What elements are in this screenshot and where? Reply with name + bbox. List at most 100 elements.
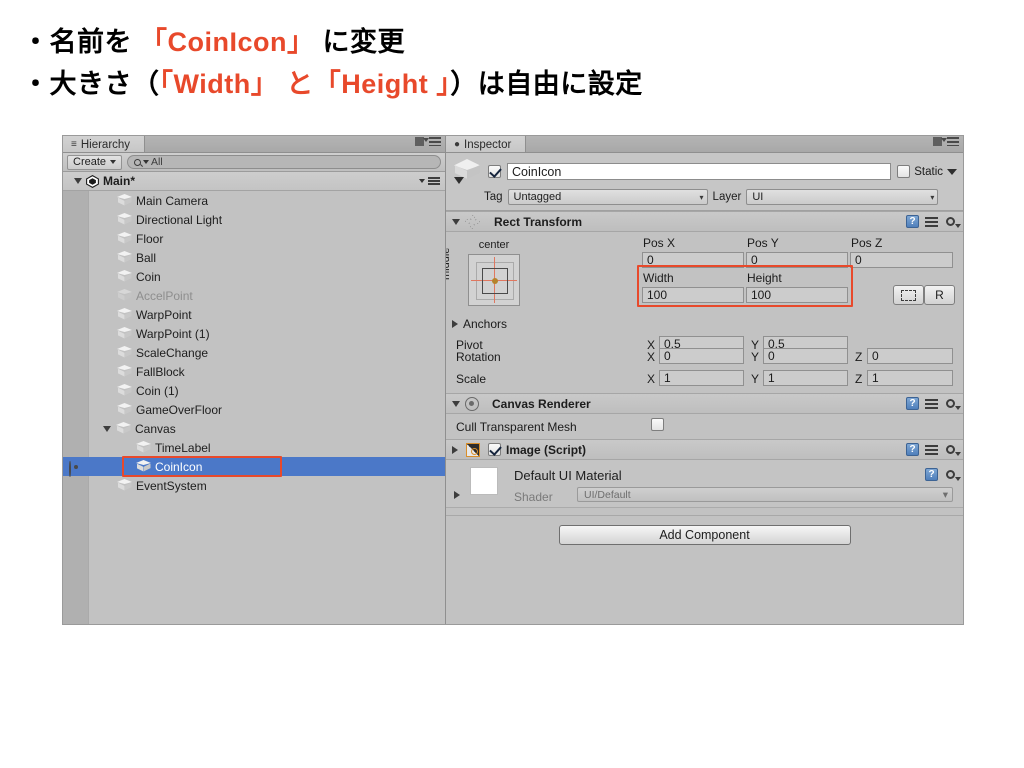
rect-transform-header[interactable]: Rect Transform ? (446, 211, 963, 232)
anchors-foldout[interactable]: Anchors (452, 317, 507, 331)
gameobject-cube-icon (117, 270, 132, 283)
scale-z-input[interactable]: 1 (867, 370, 953, 386)
bullet-2-highlight: 「Width」 と「Height 」 (159, 68, 451, 99)
width-label: Width (643, 271, 674, 285)
tag-dropdown[interactable]: Untagged ▾ (507, 189, 708, 205)
cull-transparent-mesh-checkbox[interactable] (651, 418, 664, 431)
pos-y-value: 0 (751, 253, 758, 267)
visibility-eye-icon[interactable] (69, 461, 83, 477)
bullet-1-prefix: ・名前を (22, 27, 141, 57)
help-icon[interactable]: ? (906, 397, 919, 410)
hierarchy-item-timelabel[interactable]: TimeLabel (63, 438, 445, 457)
canvas-renderer-header[interactable]: Canvas Renderer ? (446, 393, 963, 414)
shader-dropdown[interactable]: UI/Default ▾ (577, 487, 953, 502)
gameobject-cube-icon (116, 422, 131, 435)
hierarchy-item-floor[interactable]: Floor (63, 229, 445, 248)
hierarchy-item-main-camera[interactable]: Main Camera (63, 191, 445, 210)
hierarchy-item-coin[interactable]: Coin (63, 267, 445, 286)
tag-layer-row: Tag Untagged ▾ Layer UI ▾ (452, 189, 957, 205)
preset-icon[interactable] (925, 398, 938, 410)
hierarchy-item-label: WarpPoint (136, 307, 192, 322)
hierarchy-item-directional-light[interactable]: Directional Light (63, 210, 445, 229)
panel-menu-icon[interactable] (423, 137, 441, 146)
bullet-1-suffix: に変更 (314, 27, 406, 57)
hierarchy-item-warppoint-1[interactable]: WarpPoint (1) (63, 324, 445, 343)
hierarchy-item-eventsystem[interactable]: EventSystem (63, 476, 445, 495)
hierarchy-item-coin-1[interactable]: Coin (1) (63, 381, 445, 400)
hierarchy-item-scalechange[interactable]: ScaleChange (63, 343, 445, 362)
hierarchy-item-fallblock[interactable]: FallBlock (63, 362, 445, 381)
rotation-y-axis-label: Y (751, 350, 760, 364)
preset-icon[interactable] (925, 444, 938, 456)
add-component-button[interactable]: Add Component (558, 525, 851, 545)
chevron-down-icon[interactable] (452, 218, 460, 225)
rect-transform-body: center middle Pos X Pos Y Pos Z 0 0 0 Wi… (446, 232, 963, 352)
scene-row-menu[interactable] (419, 177, 440, 185)
width-input[interactable]: 100 (642, 287, 744, 303)
tab-hierarchy[interactable]: ≡ Hierarchy (63, 136, 146, 152)
height-input[interactable]: 100 (746, 287, 848, 303)
hierarchy-tree: Main Camera Directional Light Floor Ball Coi… (63, 191, 445, 495)
scale-x-value: 1 (664, 371, 671, 385)
help-icon[interactable]: ? (925, 468, 938, 481)
tab-inspector[interactable]: ● Inspector (446, 136, 527, 152)
pos-x-input[interactable]: 0 (642, 252, 744, 268)
image-enabled-checkbox[interactable] (488, 443, 501, 456)
search-icon (134, 158, 142, 166)
chevron-right-icon[interactable] (452, 445, 458, 454)
gameobject-cube-icon (136, 441, 151, 454)
scene-root-row[interactable]: Main* (63, 172, 445, 191)
material-foldout-chevron-icon[interactable] (454, 491, 460, 499)
rotation-z-input[interactable]: 0 (867, 348, 953, 364)
bullet-2-prefix: ・大きさ（ (22, 68, 160, 99)
anchor-preset-widget[interactable] (468, 254, 520, 306)
panel-menu-icon[interactable] (941, 137, 959, 146)
help-icon[interactable]: ? (906, 443, 919, 456)
pos-z-input[interactable]: 0 (850, 252, 953, 268)
gear-icon[interactable] (944, 397, 961, 410)
preset-icon[interactable] (925, 216, 938, 228)
hierarchy-item-ball[interactable]: Ball (63, 248, 445, 267)
hierarchy-item-canvas[interactable]: Canvas (63, 419, 445, 438)
scale-x-input[interactable]: 1 (659, 370, 744, 386)
gameobject-cube-icon (117, 213, 132, 226)
hierarchy-item-label: Directional Light (136, 212, 223, 227)
chevron-down-icon[interactable] (452, 400, 460, 407)
rotation-y-input[interactable]: 0 (763, 348, 848, 364)
blueprint-mode-button[interactable] (893, 285, 924, 305)
hierarchy-item-accelpoint[interactable]: AccelPoint (63, 286, 445, 305)
static-label: Static (914, 165, 943, 178)
updown-chevron-icon: ▾ (930, 192, 935, 202)
rotation-x-axis-label: X (647, 350, 656, 364)
help-icon[interactable]: ? (906, 215, 919, 228)
image-script-header[interactable]: Image (Script) ? (446, 439, 963, 460)
pos-x-value: 0 (647, 253, 654, 267)
gameobject-name-input[interactable]: CoinIcon (507, 163, 892, 180)
gameobject-enabled-checkbox[interactable] (488, 165, 501, 178)
gear-icon[interactable] (944, 215, 961, 228)
static-checkbox[interactable] (897, 165, 911, 178)
raw-edit-mode-button[interactable]: R (924, 285, 955, 305)
hierarchy-item-warppoint[interactable]: WarpPoint (63, 305, 445, 324)
inspector-tabbar-controls (933, 137, 959, 146)
gear-icon[interactable] (944, 468, 961, 481)
hierarchy-tree-body: Main Camera Directional Light Floor Ball Coi… (63, 191, 445, 624)
chevron-down-icon[interactable] (74, 178, 82, 184)
layer-dropdown[interactable]: UI ▾ (746, 189, 939, 205)
gameobject-cube-icon (117, 251, 132, 264)
create-button[interactable]: Create (67, 154, 123, 170)
gear-icon[interactable] (944, 443, 961, 456)
unity-scene-icon (86, 174, 99, 188)
pos-y-input[interactable]: 0 (746, 252, 848, 268)
scale-y-input[interactable]: 1 (763, 370, 848, 386)
chevron-down-icon (110, 160, 117, 164)
static-dropdown-chevron-icon[interactable] (947, 168, 957, 175)
hierarchy-item-label: CoinIcon (155, 459, 203, 474)
chevron-down-icon[interactable] (103, 425, 111, 432)
unity-editor-window: ≡ Hierarchy Create All Main* Main Camera… (63, 136, 963, 624)
hierarchy-item-coinicon[interactable]: CoinIcon (63, 457, 445, 477)
rotation-x-input[interactable]: 0 (659, 348, 744, 364)
hierarchy-tabbar: ≡ Hierarchy (63, 136, 445, 153)
hierarchy-item-gameoverfloor[interactable]: GameOverFloor (63, 400, 445, 419)
search-input[interactable]: All (127, 155, 441, 169)
